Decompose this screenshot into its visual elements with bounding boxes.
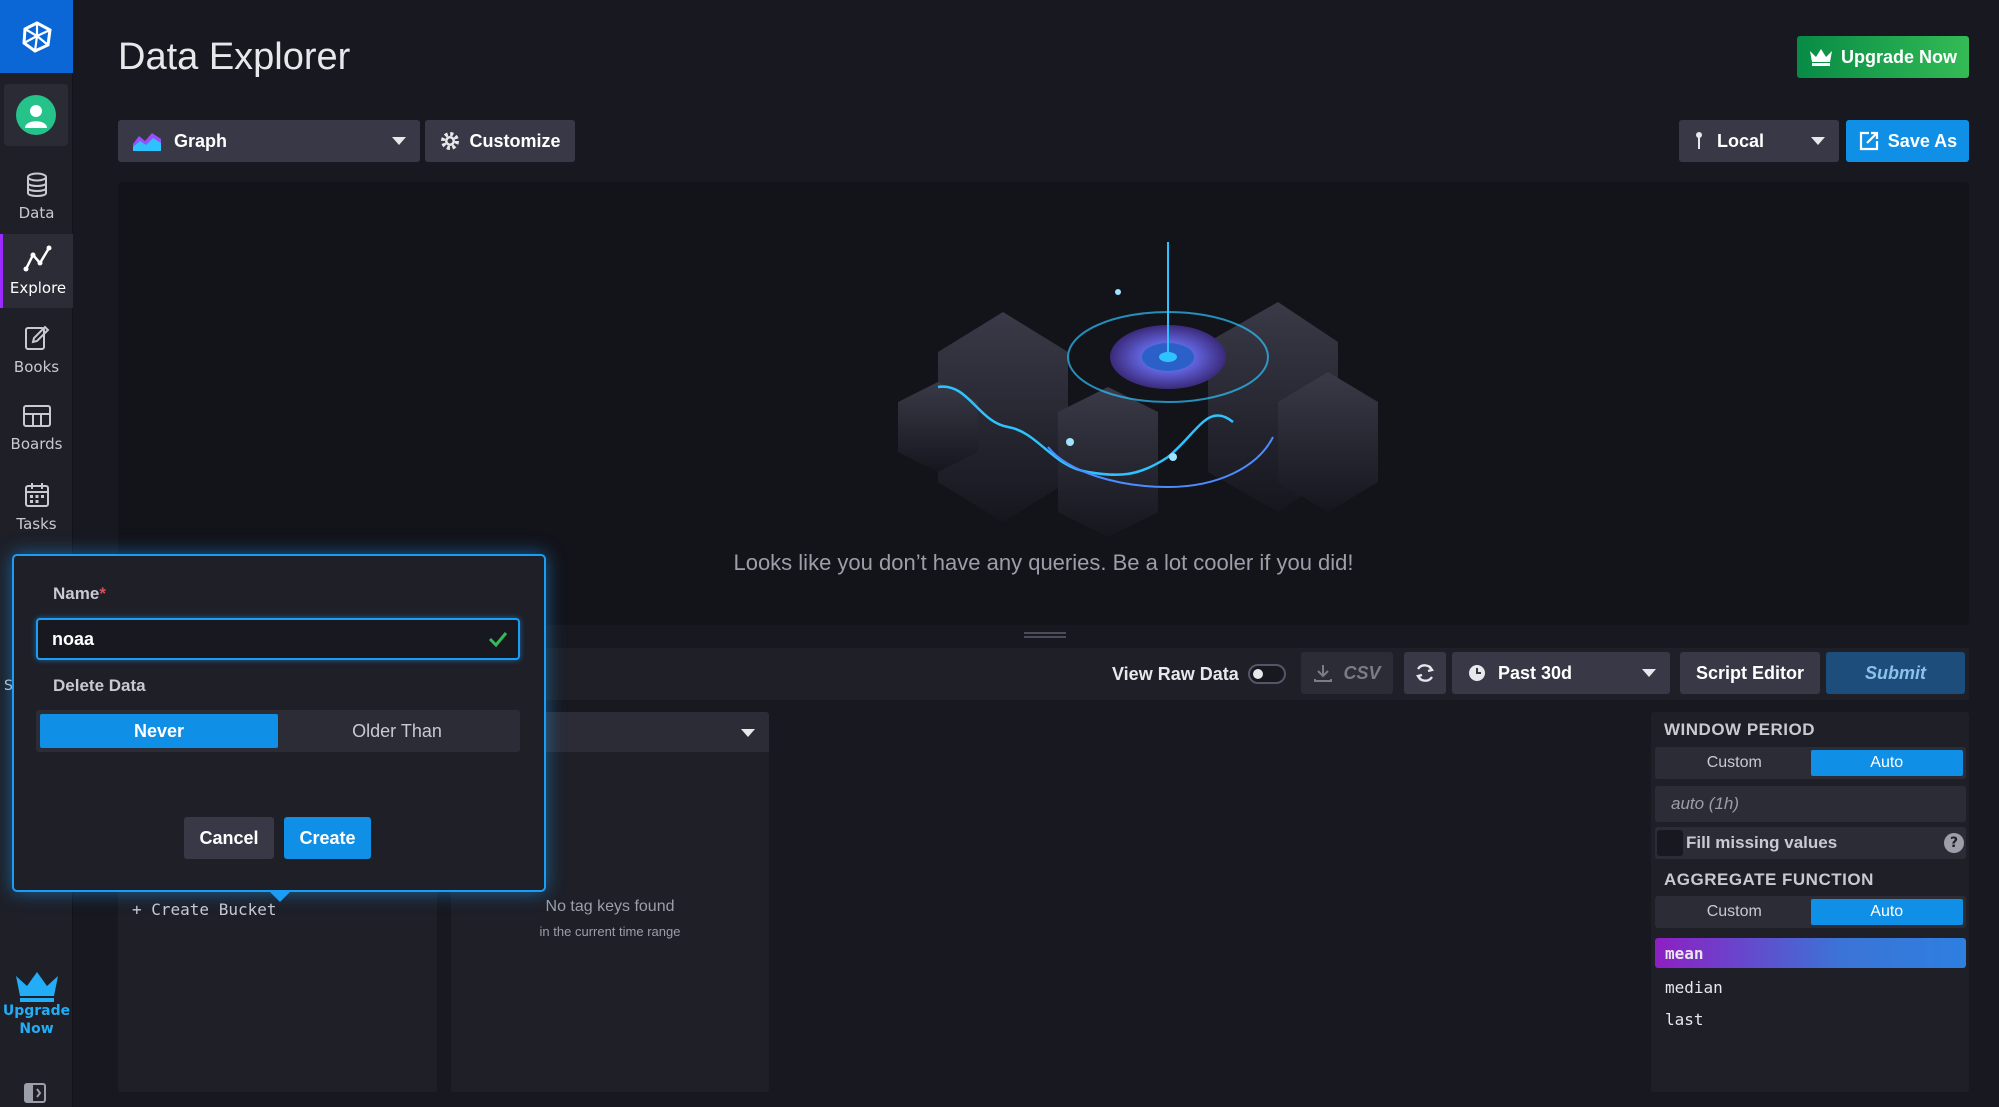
bucket-name-value: noaa xyxy=(52,628,95,649)
sidebar-item-tasks[interactable]: Tasks xyxy=(0,470,73,544)
popover-arrow xyxy=(270,892,290,902)
logo-icon xyxy=(21,20,52,53)
sidebar-item-explore[interactable]: Explore xyxy=(0,234,73,308)
script-editor-button[interactable]: Script Editor xyxy=(1680,652,1820,694)
aggregate-function-heading: AGGREGATE FUNCTION xyxy=(1664,870,1874,889)
chevron-down-icon xyxy=(1642,669,1656,677)
crown-icon xyxy=(15,972,58,1002)
chevron-down-icon xyxy=(741,729,755,737)
create-button[interactable]: Create xyxy=(284,817,371,859)
dashboard-grid-icon xyxy=(22,405,51,427)
sidebar-item-data[interactable]: Data xyxy=(0,160,73,234)
clock-icon xyxy=(1469,665,1485,681)
sidebar-item-label: Tasks xyxy=(16,515,57,533)
map-pin-icon xyxy=(1696,132,1702,149)
submit-button[interactable]: Submit xyxy=(1826,652,1965,694)
function-item-last[interactable]: last xyxy=(1655,1004,1966,1034)
chevron-down-icon xyxy=(392,137,406,145)
no-tags-submessage: in the current time range xyxy=(539,924,681,939)
timezone-dropdown[interactable]: Local xyxy=(1679,120,1839,162)
influx-logo[interactable] xyxy=(0,0,73,73)
upgrade-label-line1: Upgrade xyxy=(2,1003,71,1019)
window-period-toggle: Custom Auto xyxy=(1655,747,1966,779)
create-label: Create xyxy=(299,827,356,848)
view-raw-data-label: View Raw Data xyxy=(1112,664,1239,684)
submit-label: Submit xyxy=(1865,662,1926,683)
sidebar-item-label: Explore xyxy=(9,279,67,297)
script-editor-label: Script Editor xyxy=(1695,662,1804,683)
time-range-label: Past 30d xyxy=(1498,662,1573,683)
no-tags-message: No tag keys found xyxy=(545,898,675,915)
retention-toggle: Never Older Than xyxy=(36,710,520,752)
fill-missing-checkbox[interactable] xyxy=(1657,830,1683,856)
visualization-type-dropdown[interactable]: Graph xyxy=(118,120,420,162)
window-custom-option[interactable]: Custom xyxy=(1658,750,1811,776)
save-as-button[interactable]: Save As xyxy=(1846,120,1969,162)
timezone-label: Local xyxy=(1717,130,1765,151)
upgrade-now-button[interactable]: Upgrade Now xyxy=(1797,36,1969,78)
avatar xyxy=(16,95,56,135)
user-avatar-button[interactable] xyxy=(4,84,68,146)
refresh-button[interactable] xyxy=(1404,652,1446,694)
calendar-icon xyxy=(24,483,49,507)
bucket-name-input[interactable]: noaa xyxy=(36,618,520,660)
sidebar-item-boards[interactable]: Boards xyxy=(0,391,73,465)
sidebar-item-label: Data xyxy=(18,204,55,222)
cancel-button[interactable]: Cancel xyxy=(184,817,274,859)
explore-graph-icon xyxy=(23,245,52,272)
help-icon[interactable]: ? xyxy=(1944,833,1964,853)
chevron-down-icon xyxy=(1811,137,1825,145)
sidebar-item-label: Books xyxy=(13,358,60,376)
bucket-name-label: Name* xyxy=(53,584,106,603)
agg-custom-option[interactable]: Custom xyxy=(1658,899,1811,925)
gear-icon xyxy=(441,132,460,150)
time-range-dropdown[interactable]: Past 30d xyxy=(1452,652,1670,694)
customize-button[interactable]: Customize xyxy=(425,120,575,162)
empty-state-illustration xyxy=(898,242,1378,537)
sidebar-item-books[interactable]: Books xyxy=(0,313,73,387)
sidebar-upgrade-button[interactable]: Upgrade Now xyxy=(0,970,73,1038)
download-icon xyxy=(1314,665,1333,682)
window-period-heading: WINDOW PERIOD xyxy=(1664,720,1815,739)
collapse-sidebar-icon[interactable] xyxy=(24,1083,46,1103)
resize-handle[interactable] xyxy=(1024,632,1066,638)
customize-label: Customize xyxy=(469,130,561,151)
aggregate-function-toggle: Custom Auto xyxy=(1655,896,1966,928)
cancel-label: Cancel xyxy=(199,827,259,848)
create-bucket-link[interactable]: + Create Bucket xyxy=(132,900,277,919)
function-item-mean[interactable]: mean xyxy=(1655,938,1966,968)
delete-data-label: Delete Data xyxy=(53,676,146,695)
toggle-knob xyxy=(1253,669,1263,679)
fill-missing-label: Fill missing values xyxy=(1686,833,1838,852)
graph-type-icon xyxy=(133,133,161,151)
user-icon xyxy=(25,105,47,128)
download-csv-button[interactable]: CSV xyxy=(1301,652,1393,694)
window-auto-option[interactable]: Auto xyxy=(1810,750,1963,776)
page-title: Data Explorer xyxy=(118,36,351,78)
visualization-type-label: Graph xyxy=(174,130,228,151)
retention-older-than-option[interactable]: Older Than xyxy=(278,714,516,748)
check-icon xyxy=(488,632,508,648)
refresh-icon xyxy=(1416,664,1434,682)
notebook-icon xyxy=(24,325,49,350)
upgrade-label-line2: Now xyxy=(19,1021,54,1037)
retention-never-option[interactable]: Never xyxy=(40,714,278,748)
sidebar-item-label: Boards xyxy=(10,435,63,453)
view-raw-data-toggle[interactable] xyxy=(1248,664,1286,684)
window-period-input[interactable]: auto (1h) xyxy=(1655,786,1966,822)
save-as-label: Save As xyxy=(1887,130,1958,151)
crown-icon xyxy=(1809,49,1832,66)
function-item-median[interactable]: median xyxy=(1655,972,1966,1002)
agg-auto-option[interactable]: Auto xyxy=(1810,899,1963,925)
upgrade-now-label: Upgrade Now xyxy=(1840,46,1957,67)
csv-label: CSV xyxy=(1343,662,1381,683)
database-icon xyxy=(26,172,47,197)
export-icon xyxy=(1859,131,1878,151)
